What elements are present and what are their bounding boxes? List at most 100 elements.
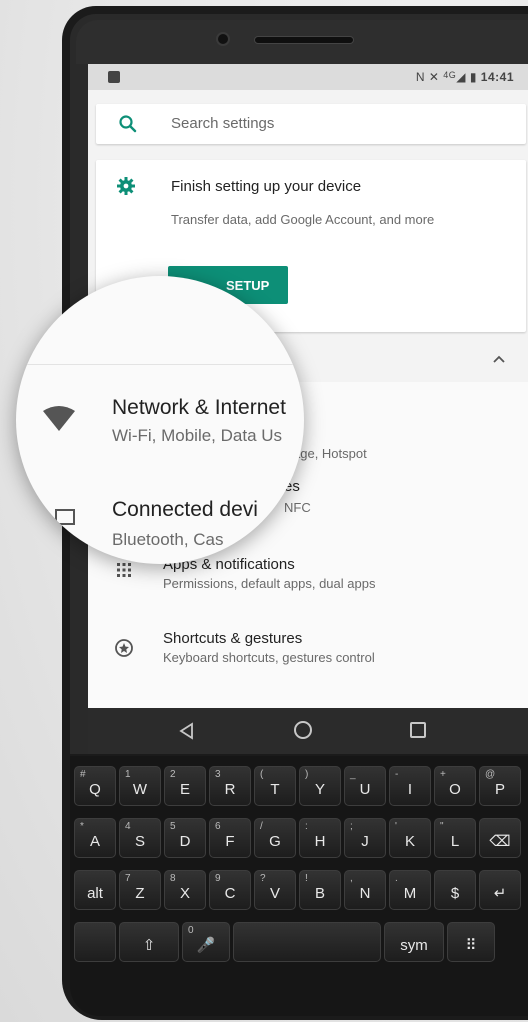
key-row4-2[interactable]: 0 🎤: [182, 922, 230, 962]
key-row3-1[interactable]: 7Z: [119, 870, 161, 910]
gear-icon: [117, 177, 135, 195]
key-row4-5[interactable]: ⠿: [447, 922, 495, 962]
key-main-label: S: [134, 833, 145, 850]
key-alt-label: 3: [215, 769, 221, 780]
shortcuts-icon: [115, 639, 133, 657]
setup-button-label: SETUP: [226, 278, 270, 293]
key-main-label: N: [359, 885, 371, 902]
key-row3-5[interactable]: ! B: [299, 870, 341, 910]
key-alt-label: _: [350, 769, 356, 780]
key-main-label: ⠿: [465, 937, 477, 954]
key-main-label: B: [314, 885, 325, 902]
key-row1-0[interactable]: # Q: [74, 766, 116, 806]
magnified-connected-title: Connected devi: [112, 498, 258, 521]
key-row3-3[interactable]: 9C: [209, 870, 251, 910]
key-alt-label: +: [440, 769, 446, 780]
key-row3-2[interactable]: 8X: [164, 870, 206, 910]
key-alt-label: 7: [125, 873, 131, 884]
magnifier-callout: Network & Internet Wi-Fi, Mobile, Data U…: [16, 276, 304, 564]
key-row2-9[interactable]: ⌫: [479, 818, 521, 858]
key-row4-3[interactable]: [233, 922, 381, 962]
key-row2-4[interactable]: / G: [254, 818, 296, 858]
key-main-label: D: [179, 833, 191, 850]
key-row1-1[interactable]: 1W: [119, 766, 161, 806]
key-row2-3[interactable]: 6F: [209, 818, 251, 858]
connected-subtitle-tail: NFC: [284, 500, 311, 515]
key-row2-0[interactable]: * A: [74, 818, 116, 858]
key-main-label: sym: [400, 937, 428, 954]
key-alt-label: @: [485, 769, 496, 780]
key-main-label: R: [224, 781, 236, 798]
key-row2-7[interactable]: ' K: [389, 818, 431, 858]
key-row3-6[interactable]: ,N: [344, 870, 386, 910]
key-alt-label: ): [305, 769, 309, 780]
network-subtitle-tail: age, Hotspot: [293, 446, 367, 461]
key-row4-0[interactable]: [74, 922, 116, 962]
key-row2-5[interactable]: :H: [299, 818, 341, 858]
key-row2-8[interactable]: " L: [434, 818, 476, 858]
key-row3-0[interactable]: alt: [74, 870, 116, 910]
key-main-label: H: [314, 833, 326, 850]
key-row1-4[interactable]: (T: [254, 766, 296, 806]
key-row1-7[interactable]: -I: [389, 766, 431, 806]
image-icon: [108, 71, 120, 83]
shortcuts-title: Shortcuts & gestures: [163, 630, 303, 647]
key-row4-1[interactable]: ⇧: [119, 922, 179, 962]
key-alt-label: ': [395, 821, 397, 832]
key-row1-8[interactable]: + O: [434, 766, 476, 806]
key-row1-3[interactable]: 3R: [209, 766, 251, 806]
key-row1-2[interactable]: 2E: [164, 766, 206, 806]
key-main-label: F: [225, 833, 235, 850]
search-placeholder: Search settings: [171, 115, 275, 132]
earpiece-speaker: [254, 36, 354, 44]
key-alt-label: #: [80, 769, 86, 780]
key-main-label: Y: [314, 781, 325, 798]
key-main-label: 🎤: [196, 937, 216, 954]
key-row2-1[interactable]: 4S: [119, 818, 161, 858]
key-row1-9[interactable]: @ P: [479, 766, 521, 806]
key-alt-label: 5: [170, 821, 176, 832]
setup-title: Finish setting up your device: [171, 178, 362, 195]
navigation-bar: [88, 708, 528, 754]
key-main-label: $: [450, 885, 460, 902]
devices-icon: [55, 509, 75, 525]
key-row1-6[interactable]: _ U: [344, 766, 386, 806]
status-time: 14:41: [480, 70, 514, 84]
key-main-label: G: [269, 833, 281, 850]
key-alt-label: ;: [350, 821, 353, 832]
physical-keyboard: # Q 1 W 2 E 3 R(T) Y _ U - I + O @ P * A 4 S 5 D 6 F / G: H; J ' K " L ⌫ a…: [70, 756, 528, 1016]
recents-icon[interactable]: [410, 722, 426, 738]
key-main-label: O: [449, 781, 461, 798]
key-main-label: I: [407, 781, 413, 798]
key-row3-7[interactable]: .M: [389, 870, 431, 910]
chevron-up-icon[interactable]: [492, 354, 506, 364]
key-row2-6[interactable]: ; J: [344, 818, 386, 858]
key-main-label: alt: [87, 885, 103, 902]
key-alt-label: /: [260, 821, 263, 832]
key-alt-label: ,: [350, 873, 353, 884]
key-row2-2[interactable]: 5D: [164, 818, 206, 858]
key-main-label: V: [269, 885, 280, 902]
key-row3-9[interactable]: ↵: [479, 870, 521, 910]
back-icon[interactable]: [178, 722, 196, 740]
key-alt-label: ": [440, 821, 444, 832]
key-main-label: T: [270, 781, 280, 798]
wifi-icon: [43, 406, 75, 431]
key-alt-label: 2: [170, 769, 176, 780]
search-bar[interactable]: Search settings: [96, 104, 526, 144]
setup-subtitle: Transfer data, add Google Account, and m…: [171, 212, 435, 227]
home-icon[interactable]: [294, 721, 312, 739]
key-main-label: Z: [135, 885, 145, 902]
key-alt-label: 4: [125, 821, 131, 832]
key-row4-4[interactable]: sym: [384, 922, 444, 962]
key-row3-8[interactable]: $: [434, 870, 476, 910]
key-alt-label: *: [80, 821, 84, 832]
status-bar: N ✕ 4G◢ ▮ 14:41: [88, 64, 528, 90]
magnified-connected-subtitle: Bluetooth, Cas: [112, 530, 224, 549]
key-row3-4[interactable]: ? V: [254, 870, 296, 910]
key-alt-label: 0: [188, 925, 194, 936]
list-item-shortcuts-gestures[interactable]: Shortcuts & gestures Keyboard shortcuts,…: [88, 626, 528, 682]
key-row1-5[interactable]: ) Y: [299, 766, 341, 806]
signal-icon: ◢: [456, 70, 466, 84]
key-main-label: U: [359, 781, 371, 798]
